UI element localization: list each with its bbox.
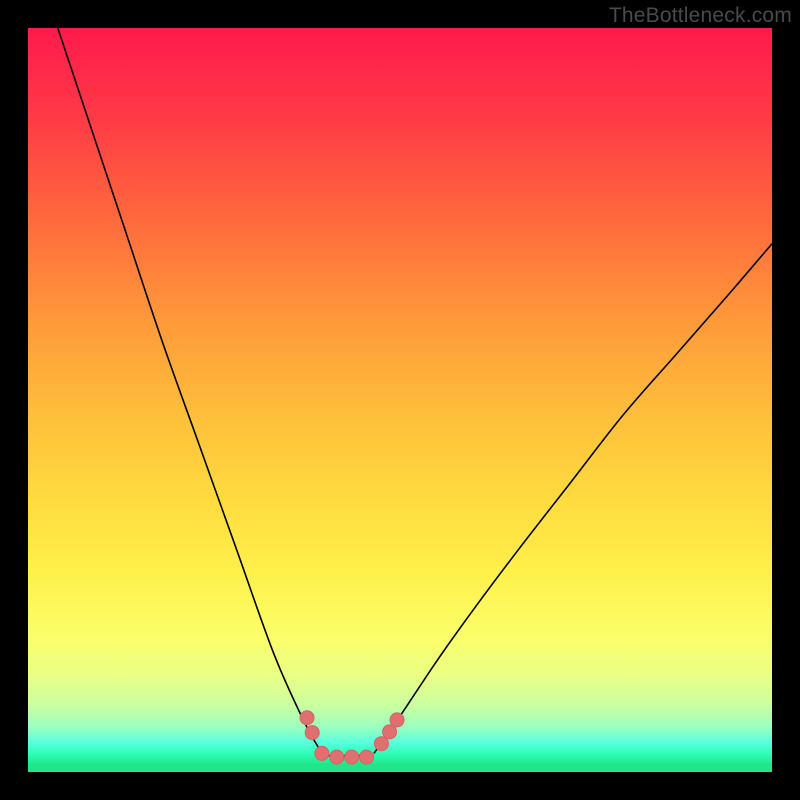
- transition-marker: [330, 750, 344, 764]
- chart-svg: [28, 28, 772, 772]
- transition-marker: [374, 737, 388, 751]
- transition-marker: [345, 750, 359, 764]
- curves-group: [58, 28, 772, 756]
- watermark-text: TheBottleneck.com: [609, 4, 792, 28]
- plot-area: [28, 28, 772, 772]
- transition-marker: [315, 746, 329, 760]
- transition-marker: [305, 726, 319, 740]
- left-branch-curve: [58, 28, 322, 753]
- transition-marker: [390, 713, 404, 727]
- transition-marker: [360, 750, 374, 764]
- transition-markers: [300, 711, 404, 764]
- chart-frame: TheBottleneck.com: [0, 0, 800, 800]
- transition-marker: [300, 711, 314, 725]
- right-branch-curve: [374, 244, 772, 754]
